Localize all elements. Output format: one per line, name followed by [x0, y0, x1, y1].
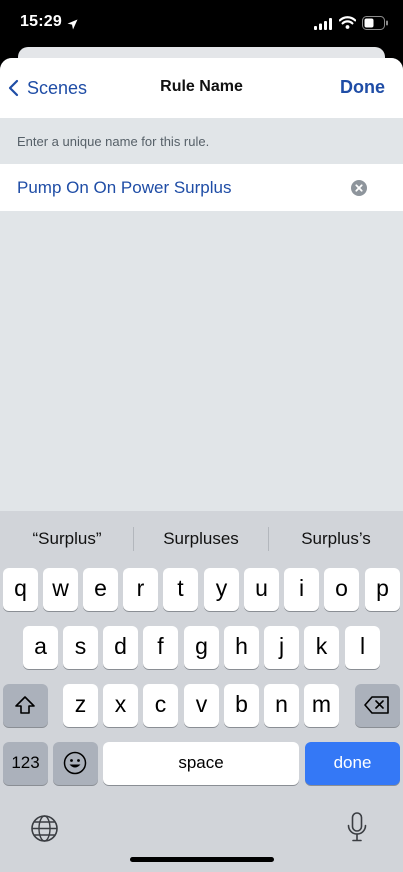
key-r[interactable]: r — [123, 568, 158, 611]
key-b[interactable]: b — [224, 684, 259, 727]
key-y[interactable]: y — [204, 568, 239, 611]
wifi-icon — [338, 16, 357, 34]
key-w[interactable]: w — [43, 568, 78, 611]
rule-name-field-row — [0, 164, 403, 211]
done-key[interactable]: done — [305, 742, 400, 785]
key-x[interactable]: x — [103, 684, 138, 727]
key-e[interactable]: e — [83, 568, 118, 611]
suggestion-item[interactable]: “Surplus” — [0, 529, 134, 549]
key-z[interactable]: z — [63, 684, 98, 727]
key-o[interactable]: o — [324, 568, 359, 611]
space-key[interactable]: space — [103, 742, 299, 785]
key-v[interactable]: v — [184, 684, 219, 727]
rule-name-input[interactable] — [17, 175, 337, 201]
key-g[interactable]: g — [184, 626, 219, 669]
battery-icon — [362, 16, 389, 35]
key-t[interactable]: t — [163, 568, 198, 611]
key-d[interactable]: d — [103, 626, 138, 669]
field-hint: Enter a unique name for this rule. — [17, 134, 210, 149]
keyboard: “Surplus” Surpluses Surplus’s q w e r t … — [0, 511, 403, 872]
suggestion-item[interactable]: Surpluses — [134, 529, 268, 549]
key-l[interactable]: l — [345, 626, 380, 669]
key-m[interactable]: m — [304, 684, 339, 727]
key-h[interactable]: h — [224, 626, 259, 669]
navigation-bar: Scenes Rule Name Done — [0, 58, 403, 118]
location-arrow-icon — [67, 17, 78, 35]
key-f[interactable]: f — [143, 626, 178, 669]
status-time: 15:29 — [20, 13, 62, 30]
key-p[interactable]: p — [365, 568, 400, 611]
key-j[interactable]: j — [264, 626, 299, 669]
emoji-key[interactable] — [53, 742, 98, 785]
suggestion-bar: “Surplus” Surpluses Surplus’s — [0, 511, 403, 566]
globe-icon[interactable] — [30, 814, 59, 848]
key-n[interactable]: n — [264, 684, 299, 727]
shift-key[interactable] — [3, 684, 48, 727]
numbers-key[interactable]: 123 — [3, 742, 48, 785]
key-k[interactable]: k — [304, 626, 339, 669]
clear-button[interactable] — [351, 180, 367, 196]
signal-icon — [314, 17, 332, 35]
microphone-icon[interactable] — [346, 812, 368, 849]
suggestion-item[interactable]: Surplus’s — [269, 529, 403, 549]
key-i[interactable]: i — [284, 568, 319, 611]
key-q[interactable]: q — [3, 568, 38, 611]
key-s[interactable]: s — [63, 626, 98, 669]
home-indicator — [130, 857, 274, 862]
backspace-key[interactable] — [355, 684, 400, 727]
key-u[interactable]: u — [244, 568, 279, 611]
done-button[interactable]: Done — [340, 77, 385, 98]
key-c[interactable]: c — [143, 684, 178, 727]
status-bar: 15:29 — [0, 0, 403, 48]
key-a[interactable]: a — [23, 626, 58, 669]
